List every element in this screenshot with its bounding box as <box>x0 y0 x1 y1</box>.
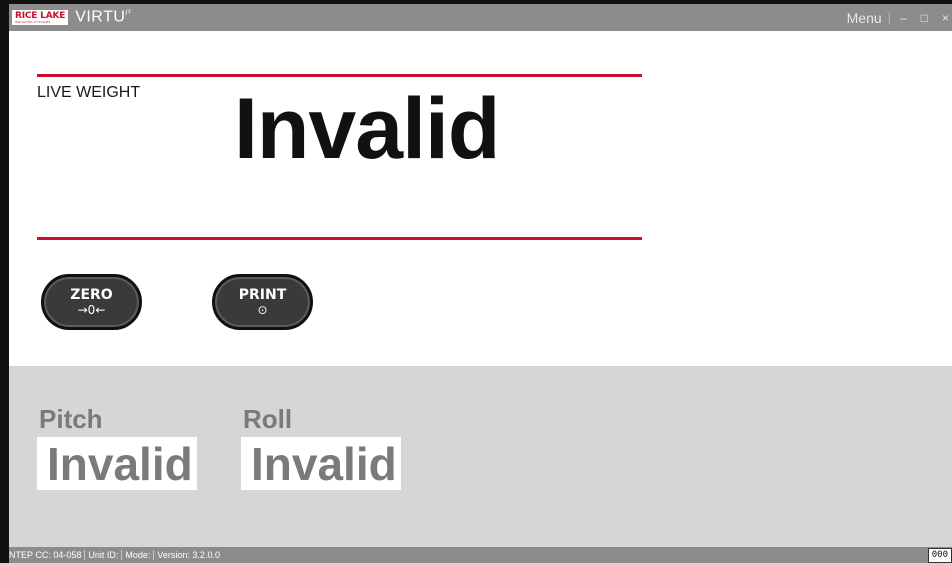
unit-id: Unit ID: <box>85 550 123 560</box>
rice-lake-logo: RICE LAKE WEIGHING SYSTEMS <box>12 10 69 25</box>
print-button-label: PRINT <box>238 287 287 303</box>
weight-top-divider <box>37 74 642 77</box>
app-name-text: VIRTU <box>75 8 126 26</box>
close-icon[interactable]: × <box>942 11 952 25</box>
app-name: VIRTUi³ <box>75 8 131 26</box>
zero-icon: →0← <box>77 303 106 317</box>
roll-label: Roll <box>243 404 293 434</box>
app-name-suffix: i³ <box>125 8 131 18</box>
print-button[interactable]: PRINT ⊙ <box>212 274 313 330</box>
window-controls: Menu | – □ × <box>847 4 952 31</box>
maximize-icon[interactable]: □ <box>921 11 928 25</box>
menu-button[interactable]: Menu <box>847 10 882 26</box>
pitch-block: Pitch Invalid <box>37 406 197 490</box>
print-icon: ⊙ <box>257 303 268 317</box>
zero-button-label: ZERO <box>70 287 113 303</box>
roll-value: Invalid <box>241 437 401 490</box>
tilt-panel: Pitch Invalid Roll Invalid <box>9 366 952 547</box>
weight-bottom-divider <box>37 237 642 240</box>
status-bar: NTEP CC: 04-058 Unit ID: Mode: Version: … <box>9 547 952 563</box>
app-window: RICE LAKE WEIGHING SYSTEMS VIRTUi³ Menu … <box>0 0 952 563</box>
weight-display: Invalid <box>234 81 500 177</box>
menu-separator: | <box>887 10 892 25</box>
pitch-value: Invalid <box>37 437 197 490</box>
pitch-label: Pitch <box>39 404 103 434</box>
weight-label: LIVE WEIGHT <box>37 84 141 101</box>
status-counter: 000 <box>927 548 952 563</box>
mode-indicator: Mode: <box>122 550 155 560</box>
ntep-certificate: NTEP CC: 04-058 <box>9 550 86 560</box>
title-bar: RICE LAKE WEIGHING SYSTEMS VIRTUi³ Menu … <box>9 4 952 31</box>
brand-subtitle: WEIGHING SYSTEMS <box>15 19 51 24</box>
minimize-icon[interactable]: – <box>900 11 907 25</box>
zero-button[interactable]: ZERO →0← <box>41 274 142 330</box>
roll-block: Roll Invalid <box>241 406 401 490</box>
weight-panel: LIVE WEIGHT Invalid ZERO →0← PRINT ⊙ <box>9 31 952 366</box>
version-info: Version: 3.2.0.0 <box>157 550 220 560</box>
